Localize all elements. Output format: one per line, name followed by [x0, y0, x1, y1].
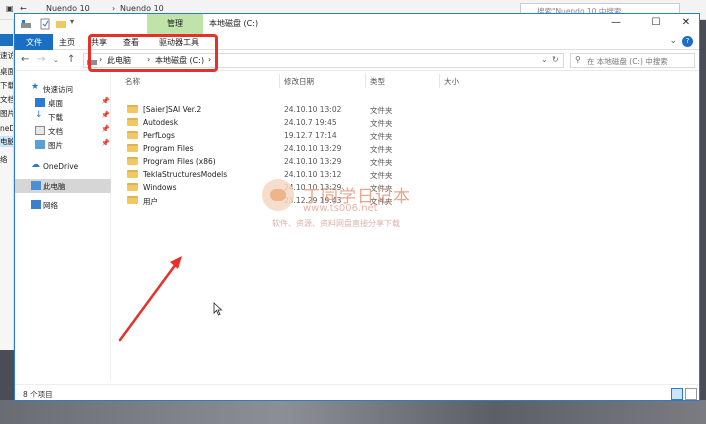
mouse-cursor-icon: [213, 302, 223, 316]
annotation-arrow-icon: [118, 256, 182, 342]
